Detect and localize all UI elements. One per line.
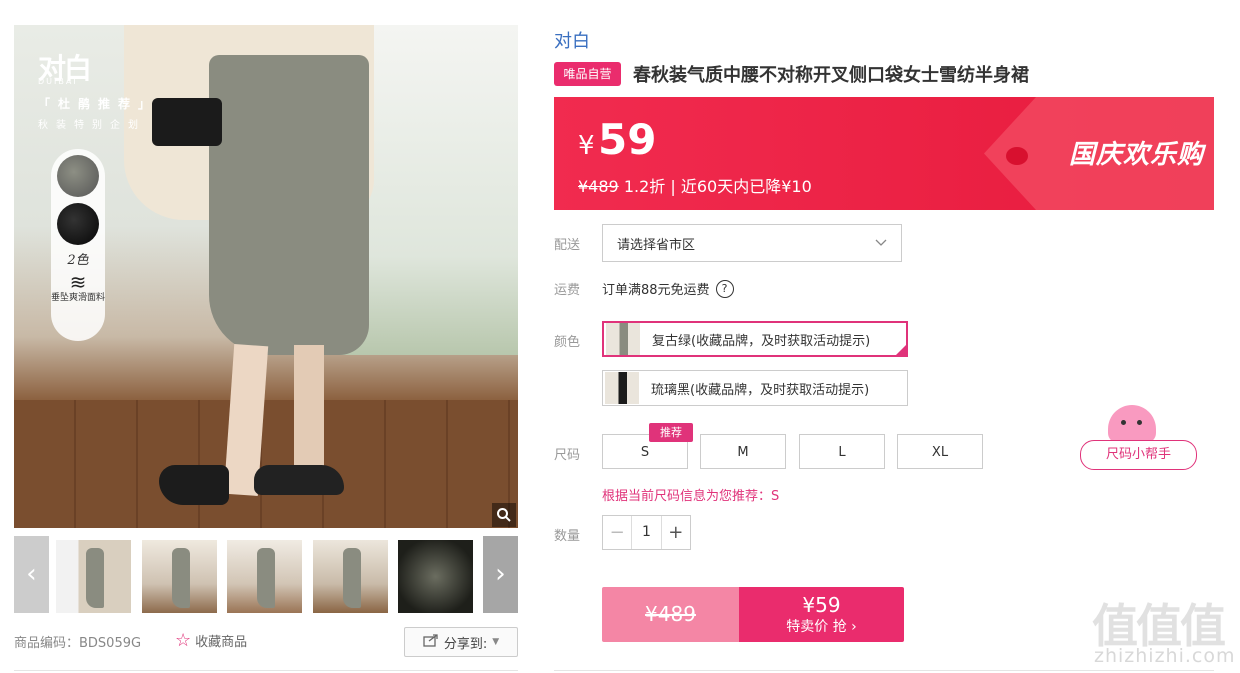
freight-text: 订单满88元免运费 — [602, 283, 710, 298]
quantity-stepper: − 1 + — [602, 515, 691, 550]
swatch-black — [57, 203, 99, 245]
color-option-black[interactable]: 琉璃黑(收藏品牌，及时获取活动提示) — [602, 370, 908, 406]
buy-now[interactable]: ¥59 特卖价 抢 › — [739, 587, 904, 642]
color-count: 2色 — [67, 253, 89, 268]
divider — [554, 670, 1214, 671]
color-thumbnail — [606, 323, 640, 355]
thumbnail-next-button[interactable]: › — [483, 536, 518, 613]
promo-tag-hole — [1006, 147, 1028, 165]
buy-sale-price: ¥59 — [802, 592, 841, 617]
thumbnail-2[interactable] — [142, 540, 217, 613]
thumbnail-4[interactable] — [313, 540, 388, 613]
season-text: 秋装特别企划 — [38, 120, 146, 131]
recommend-badge: 推荐 — [649, 423, 693, 442]
chevron-down-icon — [875, 236, 887, 251]
price-details: ¥489 1.2折 | 近60天内已降¥10 — [578, 173, 812, 197]
delivery-label: 配送 — [554, 238, 581, 253]
watermark-site: zhizhizhi.com — [1094, 645, 1236, 667]
quantity-value[interactable]: 1 — [632, 516, 660, 549]
color-option-label: 琉璃黑(收藏品牌，及时获取活动提示) — [651, 382, 870, 398]
magnifier-icon[interactable] — [492, 503, 516, 527]
model-shoe — [159, 465, 229, 505]
price-separator: | — [670, 177, 676, 196]
buy-original-price: ¥489 — [602, 587, 739, 642]
freight-info: 订单满88元免运费 ? — [602, 279, 734, 298]
share-label: 分享到: — [443, 636, 488, 652]
model-shoe — [254, 465, 344, 495]
current-price: 59 — [598, 115, 657, 164]
size-label: 尺码 — [554, 448, 581, 463]
mascot-eye — [1137, 420, 1142, 425]
main-product-image[interactable]: 对白 DUIBAI 「杜鹃推荐」 秋装特别企划 2色 ≋ 垂坠爽滑面料 — [14, 25, 518, 528]
sku-code: 商品编码：BDS059G — [14, 636, 142, 651]
size-option-m[interactable]: M — [700, 434, 786, 469]
recommend-text: 「杜鹃推荐」 — [38, 97, 159, 111]
background-floor — [14, 400, 518, 528]
freight-label: 运费 — [554, 283, 581, 298]
vip-self-run-badge: 唯品自营 — [554, 62, 621, 86]
share-icon — [423, 633, 439, 651]
model-skirt — [209, 55, 369, 355]
size-recommend-tip: 根据当前尺码信息为您推荐：S — [602, 489, 780, 504]
swatch-green — [57, 155, 99, 197]
color-option-green[interactable]: 复古绿(收藏品牌，及时获取活动提示) — [602, 321, 908, 357]
region-placeholder: 请选择省市区 — [617, 237, 696, 253]
buy-action-label: 特卖价 抢 › — [786, 618, 857, 635]
quantity-increase-button[interactable]: + — [660, 516, 690, 549]
color-option-label: 复古绿(收藏品牌，及时获取活动提示) — [652, 333, 871, 349]
currency-symbol: ¥ — [578, 131, 595, 161]
star-icon: ☆ — [175, 630, 192, 651]
divider — [14, 670, 518, 671]
favorite-button[interactable]: ☆ 收藏商品 — [175, 630, 247, 651]
discount: 1.2折 — [623, 177, 666, 196]
color-thumbnail — [605, 372, 639, 404]
price-banner: ¥ 59 ¥489 1.2折 | 近60天内已降¥10 国庆欢乐购 — [554, 97, 1214, 210]
buy-button[interactable]: ¥489 ¥59 特卖价 抢 › — [602, 587, 904, 642]
chevron-down-icon: ▼ — [492, 637, 500, 647]
size-option-l[interactable]: L — [799, 434, 885, 469]
product-title: 春秋装气质中腰不对称开叉侧口袋女士雪纺半身裙 — [633, 65, 1029, 86]
favorite-label: 收藏商品 — [195, 635, 248, 650]
promo-label: 国庆欢乐购 — [1069, 140, 1205, 170]
quantity-decrease-button[interactable]: − — [603, 516, 633, 549]
mascot-icon — [1108, 405, 1156, 443]
share-button[interactable]: 分享到: ▼ — [404, 627, 518, 657]
thumbnail-1[interactable] — [56, 540, 131, 613]
selected-check-icon — [894, 343, 908, 357]
color-swatch-panel: 2色 ≋ 垂坠爽滑面料 — [51, 149, 105, 341]
size-option-xl[interactable]: XL — [897, 434, 983, 469]
model-bag — [152, 98, 222, 146]
price-drop-note: 近60天内已降¥10 — [680, 177, 812, 196]
size-helper-button[interactable]: 尺码小帮手 — [1080, 440, 1197, 470]
color-label: 颜色 — [554, 335, 581, 350]
wave-icon: ≋ — [69, 270, 87, 294]
help-icon[interactable]: ? — [715, 279, 734, 298]
thumbnail-3[interactable] — [227, 540, 302, 613]
quantity-label: 数量 — [554, 529, 581, 544]
region-select[interactable]: 请选择省市区 — [602, 224, 902, 262]
brand-logo-sub: DUIBAI — [38, 77, 78, 86]
thumbnail-prev-button[interactable]: ‹ — [14, 536, 49, 613]
fabric-label: 垂坠爽滑面料 — [51, 293, 106, 303]
thumbnail-5[interactable] — [398, 540, 473, 613]
original-price: ¥489 — [578, 177, 619, 196]
brand-link[interactable]: 对白 — [554, 27, 590, 53]
mascot-eye — [1121, 420, 1126, 425]
